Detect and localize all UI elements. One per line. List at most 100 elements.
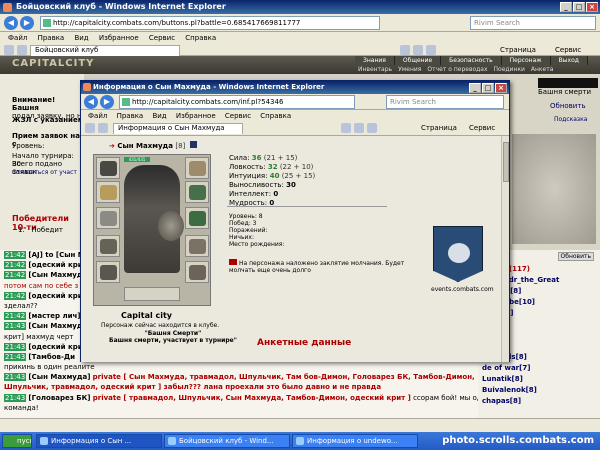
nav-character[interactable]: Персонаж bbox=[501, 56, 551, 65]
hint-link[interactable]: Подсказка bbox=[554, 116, 587, 123]
boots-slot[interactable] bbox=[185, 261, 209, 283]
nav-exit[interactable]: Выход bbox=[550, 56, 588, 65]
popup-minimize-button[interactable]: _ bbox=[469, 83, 481, 93]
menu-file[interactable]: Файл bbox=[8, 34, 27, 42]
back-icon[interactable]: ◀ bbox=[84, 95, 98, 109]
legs-slot[interactable] bbox=[185, 235, 209, 257]
menu-help[interactable]: Справка bbox=[260, 112, 291, 120]
player-item[interactable]: Buivalenok[8] bbox=[478, 385, 600, 396]
scrollbar-thumb[interactable] bbox=[503, 142, 509, 182]
watermark-text: photo.scrolls.combats.com bbox=[442, 435, 594, 446]
chat-line: команда! bbox=[4, 403, 39, 412]
pockets-slot[interactable] bbox=[124, 287, 180, 301]
nav-profile[interactable]: Анкета bbox=[528, 65, 557, 74]
zhel-text[interactable]: ЖЗЛ с указанием bbox=[12, 116, 83, 124]
tower-image bbox=[512, 134, 596, 244]
menu-view[interactable]: Вид bbox=[152, 112, 166, 120]
popup-tab[interactable]: Информация о Сын Махмуда bbox=[113, 123, 243, 134]
feeds-icon[interactable] bbox=[354, 123, 364, 133]
tools-menu[interactable]: Сервис bbox=[555, 44, 581, 56]
popup-close-button[interactable]: × bbox=[495, 83, 507, 93]
menu-file[interactable]: Файл bbox=[88, 112, 107, 120]
search-input[interactable]: Rivim Search bbox=[470, 16, 596, 30]
shield-slot[interactable] bbox=[185, 207, 209, 229]
profile-data-heading: Анкетные данные bbox=[257, 338, 352, 348]
menu-tools[interactable]: Сервис bbox=[149, 34, 175, 42]
boots-icon bbox=[189, 265, 206, 280]
menu-help[interactable]: Справка bbox=[185, 34, 216, 42]
nav-inventory[interactable]: Инвентарь bbox=[355, 65, 395, 74]
close-button[interactable]: × bbox=[586, 2, 598, 12]
tournament-panel: Внимание! Башня подал заявку, но н ЖЗЛ с … bbox=[0, 74, 84, 250]
print-icon[interactable] bbox=[426, 45, 436, 55]
popup-maximize-button[interactable]: □ bbox=[482, 83, 494, 93]
nav-transfers[interactable]: Отчет о переводах bbox=[424, 65, 490, 74]
favorites-star-icon[interactable] bbox=[4, 45, 14, 55]
taskbar-item-info-1[interactable]: Информация о Сын ... bbox=[36, 434, 162, 448]
page-menu[interactable]: Страница bbox=[421, 124, 457, 132]
gloves-icon bbox=[189, 211, 206, 226]
nav-communication[interactable]: Общение bbox=[394, 56, 442, 65]
forward-icon[interactable]: ▶ bbox=[20, 16, 34, 30]
back-icon[interactable]: ◀ bbox=[4, 16, 18, 30]
menu-edit[interactable]: Правка bbox=[117, 112, 144, 120]
start-button[interactable]: пуск bbox=[2, 434, 32, 448]
home-icon[interactable] bbox=[400, 45, 410, 55]
menu-favorites[interactable]: Избранное bbox=[99, 34, 139, 42]
character-info: ➔ Сын Махмуда [8] 431/431 Capital city П… bbox=[81, 136, 509, 362]
silence-notice: На персонажа наложено заклятие молчания.… bbox=[229, 259, 405, 274]
popup-window-controls: _ □ × bbox=[469, 83, 507, 93]
update-link[interactable]: Обновить bbox=[550, 102, 586, 110]
nav-skills[interactable]: Умения bbox=[395, 65, 424, 74]
player-item[interactable]: Lunatik[8] bbox=[478, 374, 600, 385]
nav-battles[interactable]: Поединки bbox=[491, 65, 528, 74]
favorites-star-icon[interactable] bbox=[85, 123, 95, 133]
ring-slot[interactable] bbox=[185, 181, 209, 203]
ie-icon bbox=[296, 437, 304, 445]
menu-favorites[interactable]: Избранное bbox=[176, 112, 216, 120]
chat-line: 21:43 [Головарез БК] private [ травмадол… bbox=[4, 393, 478, 402]
tab-main[interactable]: Бойцовский клуб bbox=[30, 45, 180, 56]
nav-knowledge[interactable]: Знания bbox=[355, 56, 395, 65]
refuse-link[interactable]: Отказаться от участ bbox=[12, 169, 77, 176]
menu-view[interactable]: Вид bbox=[74, 34, 88, 42]
events-banner[interactable] bbox=[433, 226, 483, 282]
menu-edit[interactable]: Правка bbox=[38, 34, 65, 42]
menu-tools[interactable]: Сервис bbox=[225, 112, 251, 120]
nav-security[interactable]: Безопасность bbox=[441, 56, 502, 65]
armor-slot[interactable] bbox=[96, 235, 120, 257]
right-panel: Башня смерти Обновить Подсказка bbox=[508, 74, 600, 250]
popup-tab-bar: Информация о Сын Махмуда Страница Сервис bbox=[81, 122, 509, 136]
popup-search-input[interactable]: Rivim Search bbox=[386, 95, 504, 109]
tower-location: "Башня Смерти" Башня смерти, участвует в … bbox=[109, 330, 237, 344]
add-favorites-icon[interactable] bbox=[17, 45, 27, 55]
print-icon[interactable] bbox=[367, 123, 377, 133]
helmet-slot[interactable] bbox=[96, 157, 120, 179]
taskbar-item-club[interactable]: Бойцовский клуб - Wind... bbox=[164, 434, 290, 448]
forward-icon[interactable]: ▶ bbox=[100, 95, 114, 109]
url-input[interactable]: http://capitalcity.combats.com/buttons.p… bbox=[40, 16, 380, 30]
tools-menu[interactable]: Сервис bbox=[469, 124, 495, 132]
chat-line: Шпульчик, травмадол, одеский крит ] забы… bbox=[4, 383, 382, 392]
events-link[interactable]: events.combats.com bbox=[431, 286, 494, 293]
record-level: Уровень: 8 bbox=[229, 213, 263, 220]
character-name: ➔ Сын Махмуда [8] bbox=[109, 141, 197, 150]
earring-slot[interactable] bbox=[185, 157, 209, 179]
page-menu[interactable]: Страница bbox=[500, 44, 536, 56]
taskbar-item-info-2[interactable]: Информация о undewo... bbox=[292, 434, 418, 448]
player-item[interactable]: de of war[7] bbox=[478, 363, 600, 374]
maximize-button[interactable]: □ bbox=[573, 2, 585, 12]
add-favorites-icon[interactable] bbox=[98, 123, 108, 133]
amulet-slot[interactable] bbox=[96, 181, 120, 203]
player-item[interactable]: chapas[8] bbox=[478, 396, 600, 407]
ie-icon bbox=[40, 437, 48, 445]
popup-scrollbar[interactable] bbox=[501, 136, 509, 362]
minimize-button[interactable]: _ bbox=[560, 2, 572, 12]
wolf-emblem-icon bbox=[448, 243, 470, 263]
belt-slot[interactable] bbox=[96, 261, 120, 283]
home-icon[interactable] bbox=[341, 123, 351, 133]
feeds-icon[interactable] bbox=[413, 45, 423, 55]
players-update-button[interactable]: Обновить bbox=[557, 252, 594, 261]
popup-url-input[interactable]: http://capitalcity.combats.com/inf.pl?54… bbox=[119, 95, 355, 109]
weapon-slot[interactable] bbox=[96, 207, 120, 229]
